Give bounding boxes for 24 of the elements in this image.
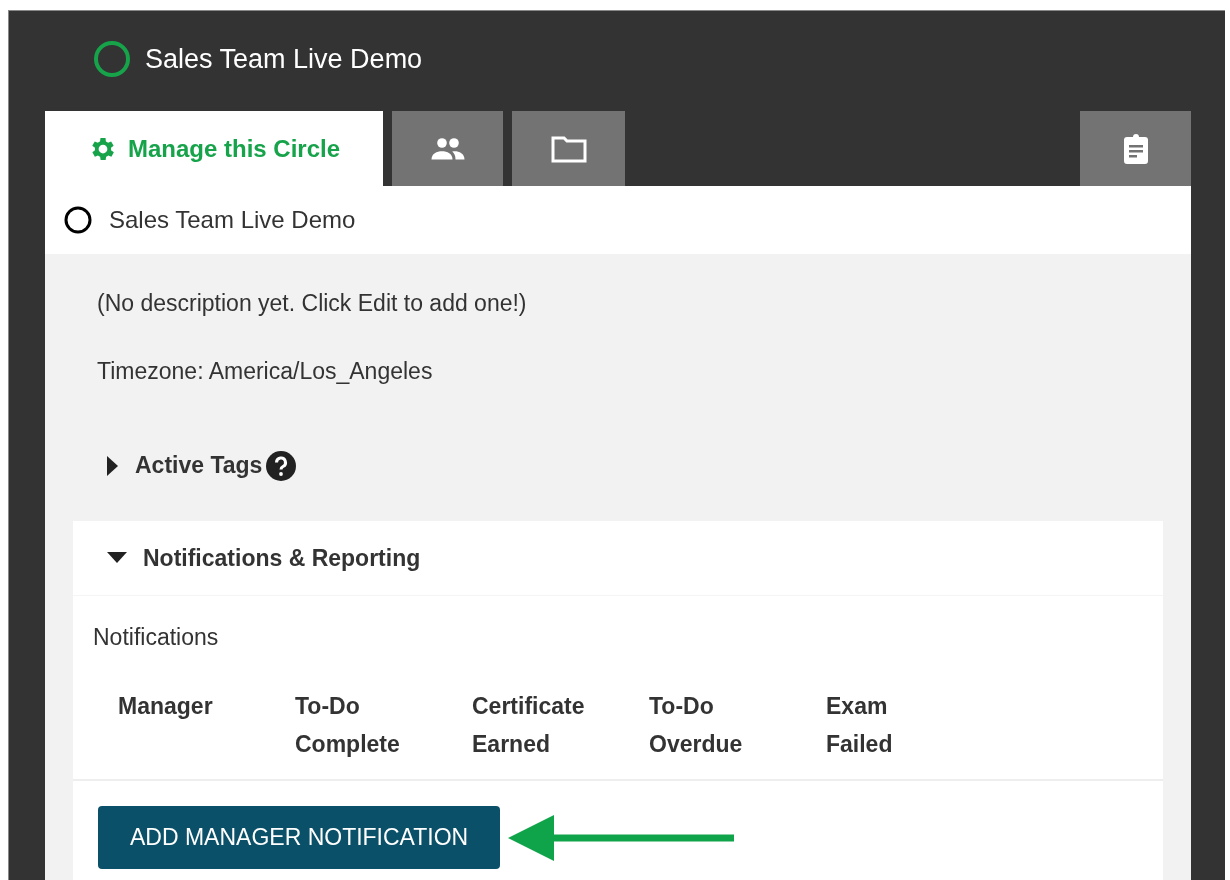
caret-right-icon xyxy=(107,455,119,476)
timezone-text: Timezone: America/Los_Angeles xyxy=(97,356,434,386)
tab[interactable] xyxy=(1080,111,1191,186)
column-header: Manager xyxy=(118,691,214,721)
column-header: To-Do Complete xyxy=(295,691,401,759)
description-text: (No description yet. Click Edit to add one!) xyxy=(97,289,528,318)
clipboard-icon xyxy=(1121,132,1150,165)
help-icon[interactable] xyxy=(266,450,297,481)
arrow-icon xyxy=(508,812,737,863)
people-icon xyxy=(429,135,466,162)
add-manager-notification-button[interactable]: ADD MANAGER NOTIFICATION xyxy=(98,805,501,869)
column-header: To-Do Overdue xyxy=(649,691,744,759)
section-toggle[interactable]: Active Tags xyxy=(107,448,263,483)
caret-down-icon xyxy=(107,552,127,564)
section-toggle[interactable]: Notifications & Reporting xyxy=(107,540,421,576)
circle-name: Sales Team Live Demo xyxy=(109,205,356,235)
notifications-label: Notifications xyxy=(92,623,220,652)
circle-icon xyxy=(63,205,93,235)
tab[interactable] xyxy=(392,111,503,186)
column-header: Exam Failed xyxy=(826,691,894,759)
column-header: Certificate Earned xyxy=(472,691,586,759)
circle-icon xyxy=(93,40,131,78)
circle-title: Sales Team Live Demo xyxy=(145,42,423,76)
tab[interactable] xyxy=(512,111,625,186)
